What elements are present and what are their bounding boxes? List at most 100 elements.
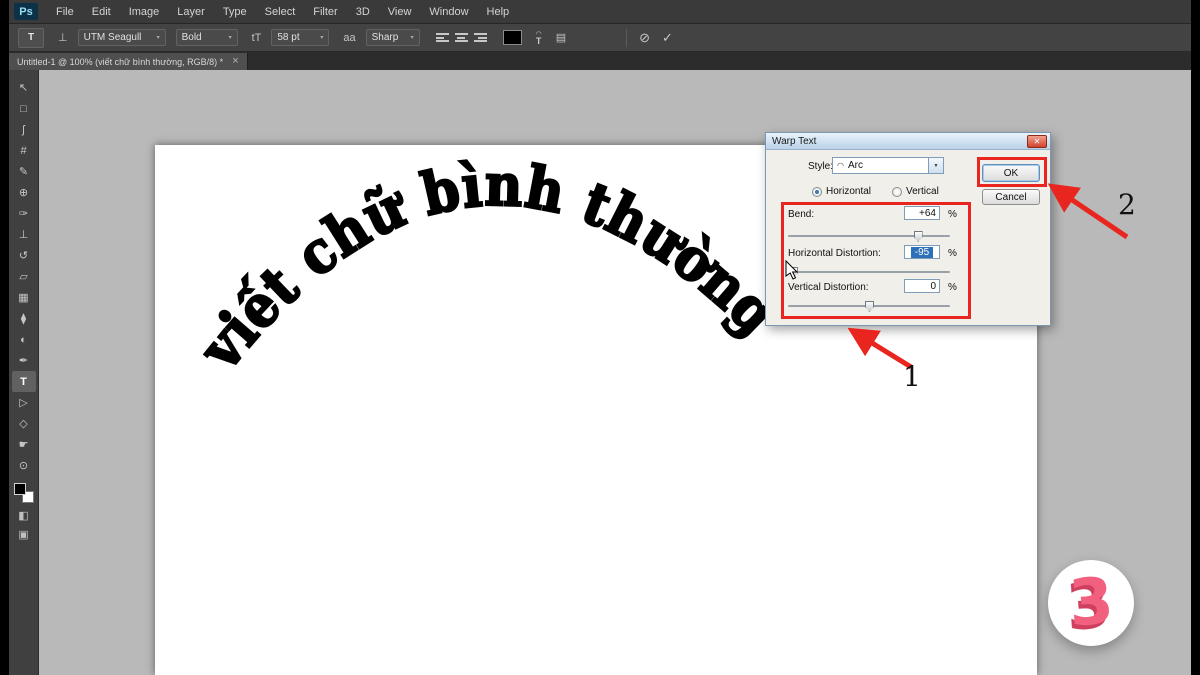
separator: [626, 29, 627, 47]
dialog-title-bar[interactable]: Warp Text: [766, 133, 1050, 150]
dialog-title: Warp Text: [772, 136, 816, 147]
anti-alias-icon: aa: [343, 32, 355, 44]
tool-history-brush[interactable]: ↺: [12, 245, 36, 266]
tool-marquee[interactable]: □: [12, 98, 36, 119]
color-swatches[interactable]: [14, 483, 34, 503]
ok-button[interactable]: OK: [982, 164, 1040, 182]
tool-type[interactable]: T: [12, 371, 36, 392]
step-1-number: 1: [903, 360, 921, 393]
menu-window[interactable]: Window: [420, 6, 477, 18]
radio-horizontal[interactable]: Horizontal: [812, 186, 871, 197]
tool-hand[interactable]: ☛: [12, 434, 36, 455]
font-style-value: Bold: [182, 32, 202, 43]
tool-path-select[interactable]: ▷: [12, 392, 36, 413]
close-icon[interactable]: ✕: [1027, 135, 1047, 148]
tool-clone-stamp[interactable]: ⊥: [12, 224, 36, 245]
style-value: Arc: [848, 160, 928, 171]
tool-healing-brush[interactable]: ⊕: [12, 182, 36, 203]
vertical-distortion-field[interactable]: 0: [904, 279, 940, 293]
cancel-edits-icon[interactable]: ⊘: [639, 30, 650, 46]
horizontal-distortion-slider[interactable]: [788, 267, 950, 278]
font-size-icon: tT: [252, 32, 262, 44]
style-label: Style:: [808, 161, 833, 172]
step-3-badge: 3: [1048, 560, 1134, 646]
type-tool-preset[interactable]: T: [18, 28, 44, 48]
menu-view[interactable]: View: [379, 6, 421, 18]
cancel-button[interactable]: Cancel: [982, 189, 1040, 205]
menu-bar: Ps File Edit Image Layer Type Select Fil…: [9, 0, 1191, 24]
bend-slider[interactable]: [788, 231, 950, 242]
font-family-select[interactable]: UTM Seagull ▾: [78, 29, 166, 46]
style-dropdown[interactable]: ◠ Arc ▼: [832, 157, 944, 174]
character-panel-icon[interactable]: ▤: [556, 31, 566, 44]
menu-file[interactable]: File: [47, 6, 83, 18]
tool-crop[interactable]: #: [12, 140, 36, 161]
tool-pen[interactable]: ✒: [12, 350, 36, 371]
percent-sign: %: [948, 209, 957, 220]
slider-track: [788, 235, 950, 237]
anti-alias-select[interactable]: Sharp ▾: [366, 29, 420, 46]
tool-dodge[interactable]: ◐: [12, 329, 36, 350]
percent-sign: %: [948, 282, 957, 293]
commit-edits-icon[interactable]: ✓: [662, 30, 673, 46]
menu-3d[interactable]: 3D: [347, 6, 379, 18]
radio-dot-icon: [812, 187, 822, 197]
tool-gradient[interactable]: ▦: [12, 287, 36, 308]
tool-move[interactable]: ↖: [12, 77, 36, 98]
document-tab[interactable]: Untitled-1 @ 100% (viết chữ bình thường,…: [9, 53, 248, 70]
bend-label: Bend:: [788, 209, 814, 220]
vertical-distortion-label: Vertical Distortion:: [788, 282, 869, 293]
slider-thumb[interactable]: [865, 301, 874, 312]
menu-image[interactable]: Image: [120, 6, 169, 18]
bend-value-field[interactable]: +64: [904, 206, 940, 220]
document-tab-bar: Untitled-1 @ 100% (viết chữ bình thường,…: [9, 52, 1191, 70]
font-style-select[interactable]: Bold ▾: [176, 29, 238, 46]
horizontal-distortion-label: Horizontal Distortion:: [788, 248, 881, 259]
tool-shape[interactable]: ◇: [12, 413, 36, 434]
menu-help[interactable]: Help: [478, 6, 519, 18]
align-left-icon[interactable]: [436, 32, 449, 43]
chevron-down-icon: ▾: [320, 34, 323, 41]
slider-thumb[interactable]: [789, 267, 798, 278]
slider-track: [788, 271, 950, 273]
tool-eyedropper[interactable]: ✎: [12, 161, 36, 182]
tool-zoom[interactable]: ⊙: [12, 455, 36, 476]
align-right-icon[interactable]: [474, 32, 487, 43]
text-color-swatch[interactable]: [503, 30, 522, 45]
text-orientation-icon[interactable]: ⊥: [58, 31, 68, 44]
options-bar: T ⊥ UTM Seagull ▾ Bold ▾ tT 58 pt ▾ aa S…: [9, 24, 1191, 52]
warp-text-dialog: Warp Text ✕ Style: ◠ Arc ▼ Horizontal Ve…: [765, 132, 1051, 326]
font-family-value: UTM Seagull: [84, 32, 142, 43]
menu-type[interactable]: Type: [214, 6, 256, 18]
quick-mask-icon[interactable]: ◧: [18, 509, 28, 522]
tool-lasso[interactable]: ʃ: [12, 119, 36, 140]
warp-text-icon[interactable]: ◠ T: [536, 32, 542, 44]
menu-layer[interactable]: Layer: [168, 6, 214, 18]
font-size-select[interactable]: 58 pt ▾: [271, 29, 329, 46]
chevron-down-icon[interactable]: ▼: [928, 158, 943, 173]
step-2-number: 2: [1118, 188, 1136, 221]
align-center-icon[interactable]: [455, 32, 468, 43]
foreground-color-swatch[interactable]: [14, 483, 26, 495]
screen-mode-icon[interactable]: ▣: [18, 528, 28, 541]
radio-vertical[interactable]: Vertical: [892, 186, 939, 197]
menu-select[interactable]: Select: [256, 6, 305, 18]
tool-brush[interactable]: ✑: [12, 203, 36, 224]
chevron-down-icon: ▾: [411, 34, 414, 41]
close-icon[interactable]: ×: [232, 57, 238, 66]
tool-eraser[interactable]: ▱: [12, 266, 36, 287]
menu-filter[interactable]: Filter: [304, 6, 346, 18]
tools-panel: ↖ □ ʃ # ✎ ⊕ ✑ ⊥ ↺ ▱ ▦ ⧫ ◐ ✒ T ▷ ◇ ☛ ⊙ ◧ …: [9, 70, 39, 675]
photoshop-window: Ps File Edit Image Layer Type Select Fil…: [0, 0, 1200, 675]
anti-alias-value: Sharp: [372, 32, 399, 43]
radio-dot-icon: [892, 187, 902, 197]
percent-sign: %: [948, 248, 957, 259]
horizontal-distortion-field[interactable]: -95: [904, 245, 940, 259]
alignment-group: [436, 32, 487, 43]
menu-edit[interactable]: Edit: [83, 6, 120, 18]
slider-thumb[interactable]: [914, 231, 923, 242]
photoshop-logo: Ps: [14, 3, 38, 20]
arc-style-icon: ◠: [837, 161, 844, 170]
tool-blur[interactable]: ⧫: [12, 308, 36, 329]
vertical-distortion-slider[interactable]: [788, 301, 950, 312]
